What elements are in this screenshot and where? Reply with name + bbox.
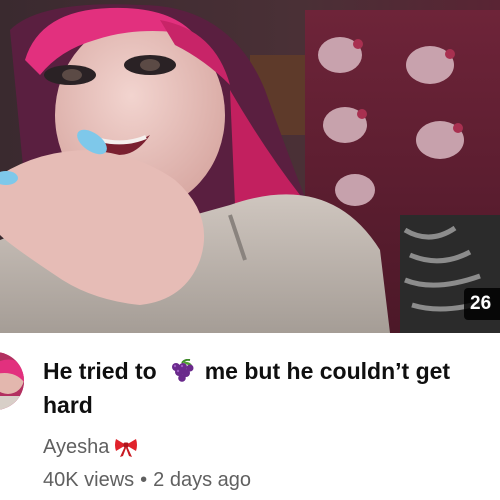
title-text-start: He tried to: [43, 358, 157, 384]
video-card[interactable]: 26 He tried to me but he couldn’t get har…: [0, 0, 500, 500]
video-title[interactable]: He tried to me but he couldn’t get hard: [43, 354, 483, 422]
video-thumbnail[interactable]: 26: [0, 0, 500, 333]
grapes-icon: [167, 358, 197, 382]
channel-name[interactable]: Ayesha: [43, 436, 109, 459]
thumbnail-image: [0, 0, 500, 333]
meta-separator: •: [140, 468, 148, 491]
duration-badge: 26: [464, 288, 500, 320]
video-stats: 40K views • 2 days ago: [43, 467, 251, 493]
channel-avatar[interactable]: [0, 352, 24, 410]
avatar-image: [0, 352, 24, 410]
view-count: 40K views: [43, 468, 135, 491]
ribbon-bow-icon: [113, 436, 139, 458]
channel-row[interactable]: Ayesha: [43, 434, 139, 460]
upload-age: 2 days ago: [153, 468, 252, 491]
